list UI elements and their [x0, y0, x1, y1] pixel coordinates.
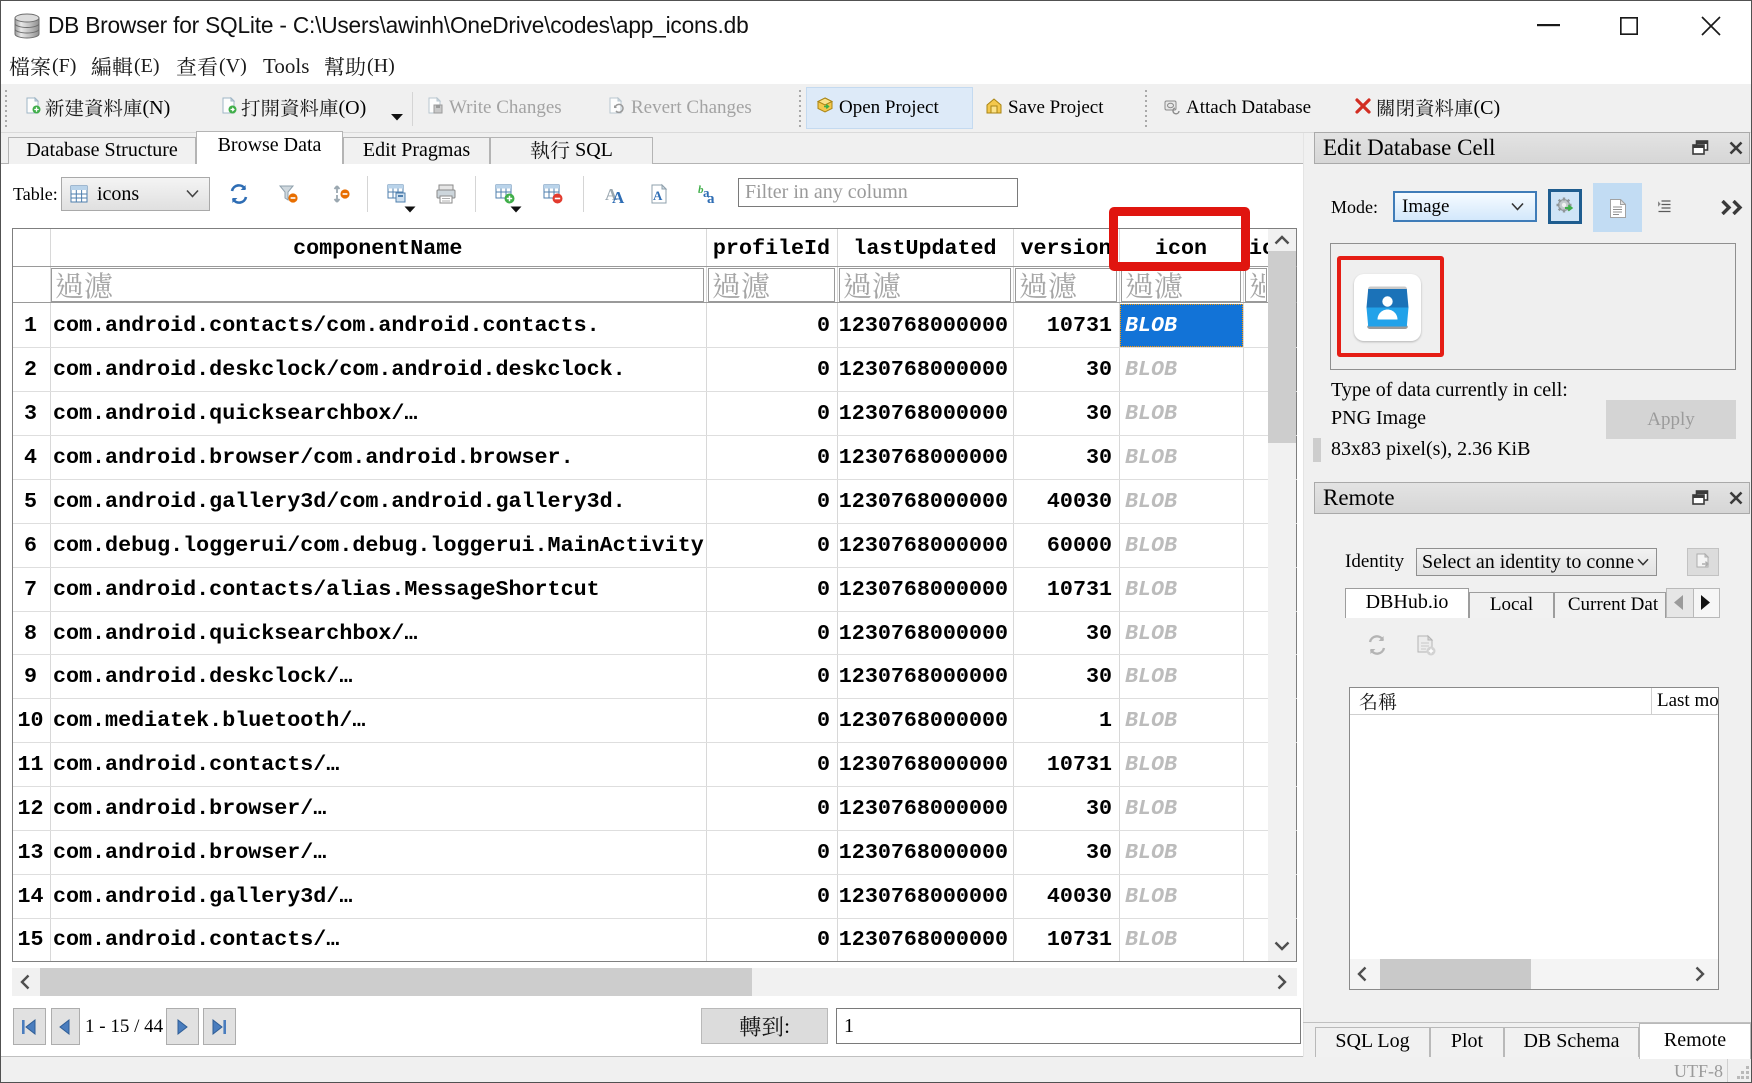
svg-text:A: A — [612, 188, 625, 205]
svg-text:A: A — [653, 188, 663, 203]
svg-text:a: a — [707, 191, 715, 205]
